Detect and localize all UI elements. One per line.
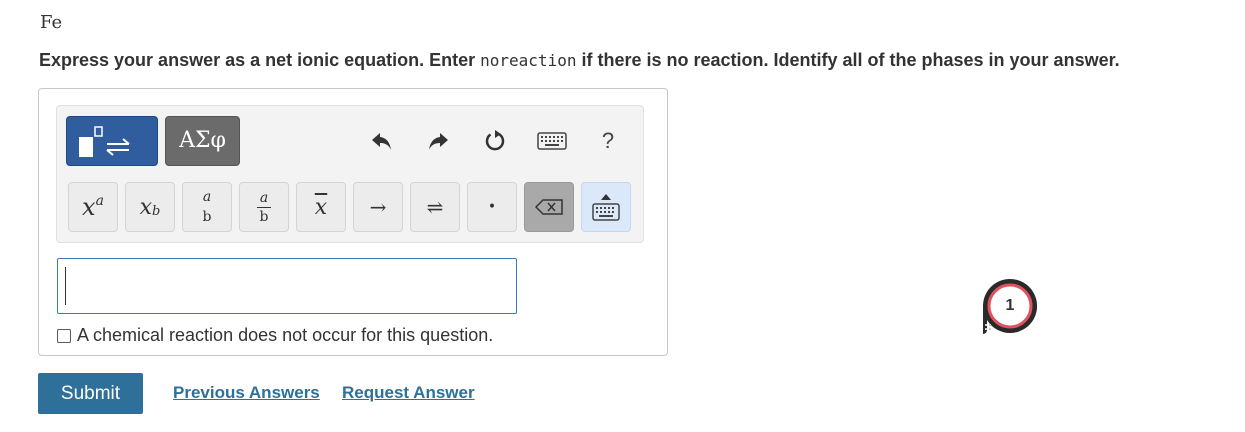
- answer-panel: ΑΣφ ? x a x b a b a b x → ⇌ • A chemical…: [38, 88, 668, 356]
- answer-input[interactable]: [57, 258, 517, 314]
- subscript-sub: b: [152, 203, 161, 219]
- fraction-bar: [257, 206, 271, 208]
- instruction-text: Express your answer as a net ionic equat…: [39, 50, 1239, 71]
- redo-icon: [429, 133, 448, 150]
- undo-button[interactable]: [368, 128, 396, 154]
- subscript-button[interactable]: xb: [125, 182, 175, 232]
- keyboard-toggle-icon: [592, 194, 620, 221]
- templates-icon: [79, 126, 130, 157]
- reaction-arrow-button[interactable]: →: [353, 182, 403, 232]
- templates-button[interactable]: [66, 116, 158, 166]
- subscript-base: x: [139, 194, 153, 220]
- text-cursor: [65, 267, 66, 305]
- help-button[interactable]: ?: [598, 128, 618, 154]
- backspace-icon: [535, 199, 563, 215]
- undo-icon: [372, 133, 391, 150]
- overline-button[interactable]: x: [296, 182, 346, 232]
- superscript-button[interactable]: xa: [68, 182, 118, 232]
- reset-button[interactable]: [481, 128, 509, 154]
- submit-button[interactable]: Submit: [38, 373, 143, 414]
- previous-answers-link[interactable]: Previous Answers: [173, 383, 320, 403]
- instruction-code: noreaction: [480, 51, 577, 70]
- stacked-fraction-button[interactable]: a b: [182, 182, 232, 232]
- request-answer-link[interactable]: Request Answer: [342, 383, 475, 403]
- no-reaction-checkbox[interactable]: [57, 328, 71, 343]
- fraction-denominator: b: [259, 208, 269, 225]
- reset-icon: [485, 130, 505, 151]
- stacked-top: a: [202, 189, 212, 205]
- equation-toolbar: ΑΣφ ? x a x b a b a b x → ⇌ •: [56, 105, 644, 243]
- backspace-button[interactable]: [524, 182, 574, 232]
- feedback-badge[interactable]: 1: [980, 276, 1040, 336]
- greek-symbols-button[interactable]: ΑΣφ: [165, 116, 240, 166]
- equilibrium-arrow-button[interactable]: ⇌: [410, 182, 460, 232]
- instruction-part1: Express your answer as a net ionic equat…: [39, 50, 481, 70]
- formula-label: Fe: [40, 12, 63, 33]
- superscript-exponent: a: [95, 193, 104, 209]
- no-reaction-option[interactable]: A chemical reaction does not occur for t…: [57, 325, 493, 346]
- redo-button[interactable]: [424, 128, 452, 154]
- stacked-bottom: b: [202, 209, 212, 225]
- overline-x: x: [314, 194, 328, 220]
- fraction-numerator: a: [259, 189, 269, 206]
- badge-count: 1: [1005, 297, 1015, 314]
- instruction-part2: if there is no reaction. Identify all of…: [576, 50, 1120, 70]
- keyboard-shortcuts-button[interactable]: [536, 128, 568, 154]
- keyboard-icon: [537, 132, 567, 150]
- superscript-base: x: [82, 193, 96, 221]
- toggle-keyboard-button[interactable]: [581, 182, 631, 232]
- no-reaction-label: A chemical reaction does not occur for t…: [77, 325, 494, 345]
- fraction-button[interactable]: a b: [239, 182, 289, 232]
- dot-button[interactable]: •: [467, 182, 517, 232]
